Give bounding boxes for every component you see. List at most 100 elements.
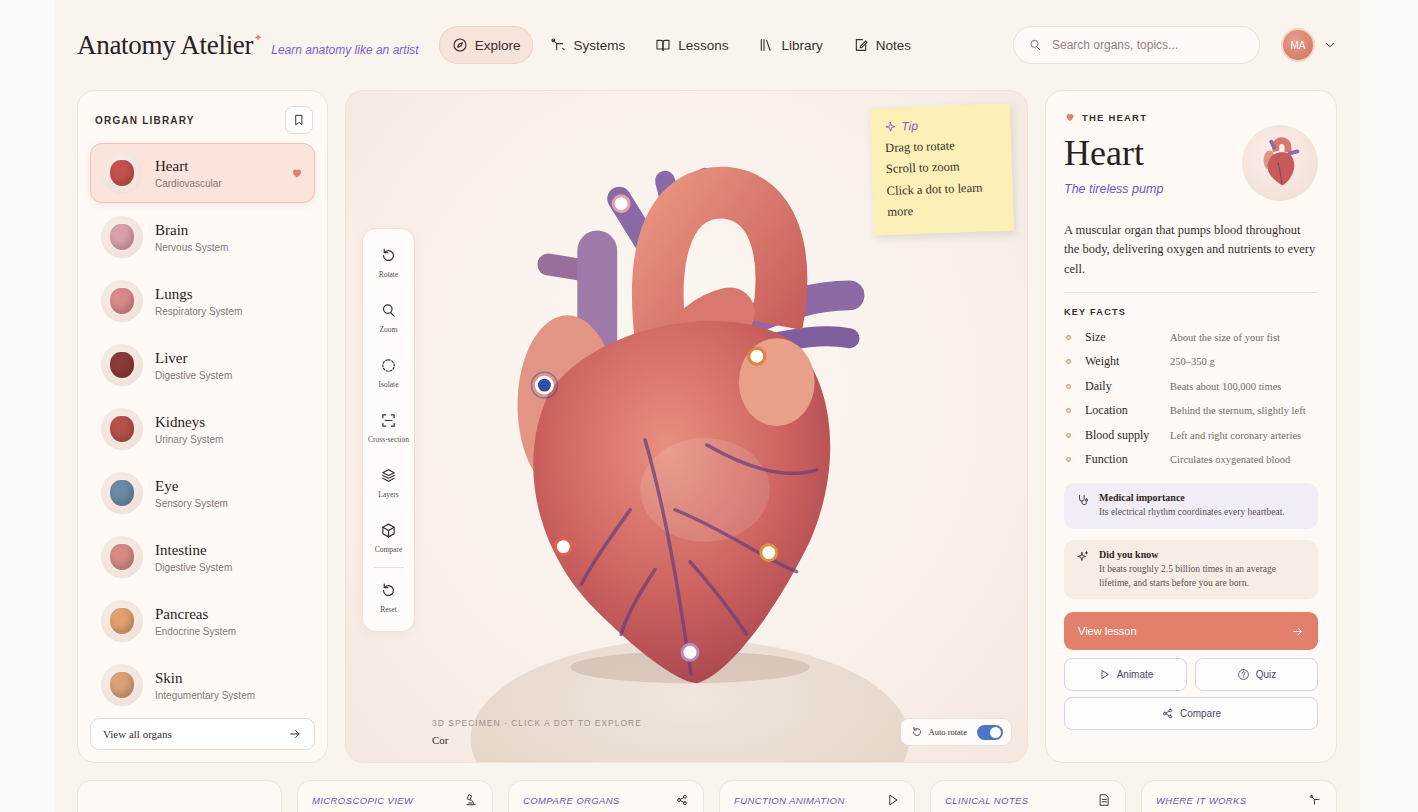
organ-item[interactable]: EyeSensory System xyxy=(90,463,315,523)
hotspot[interactable] xyxy=(761,545,777,561)
organ-item[interactable]: BrainNervous System xyxy=(90,207,315,267)
nav-icon xyxy=(452,37,468,53)
fact-dot-icon xyxy=(1064,333,1073,342)
nav-item[interactable]: Explore xyxy=(439,26,534,64)
hotspot[interactable] xyxy=(613,196,629,212)
bookmark-button[interactable] xyxy=(285,106,313,134)
organ-text: LiverDigestive System xyxy=(155,350,304,381)
library-title: ORGAN LIBRARY xyxy=(95,115,195,126)
organ-system: Respiratory System xyxy=(155,306,304,317)
nav-item[interactable]: Notes xyxy=(840,26,924,64)
tool-button[interactable]: Rotate xyxy=(363,235,414,290)
heart-icon[interactable] xyxy=(290,166,304,180)
compare-button[interactable]: Compare xyxy=(1064,697,1318,730)
feature-card[interactable] xyxy=(77,780,282,812)
app-window: Anatomy Atelier✦Learn anatomy like an ar… xyxy=(55,0,1360,812)
account-menu[interactable]: MA xyxy=(1281,28,1337,62)
avatar[interactable]: MA xyxy=(1281,28,1315,62)
stethoscope-icon xyxy=(1076,493,1090,507)
key-facts: SizeAbout the size of your fistWeight250… xyxy=(1064,325,1318,472)
auto-rotate-toggle[interactable] xyxy=(977,725,1003,740)
workspace: ORGAN LIBRARY HeartCardiovascular BrainNer… xyxy=(77,90,1337,763)
tool-button[interactable]: Reset xyxy=(363,570,414,625)
tool-button[interactable]: Zoom xyxy=(363,290,414,345)
organ-item[interactable]: HeartCardiovascular xyxy=(90,143,315,203)
tool-icon xyxy=(380,412,397,429)
organ-item[interactable]: SkinIntegumentary System xyxy=(90,655,315,715)
tip-line: Scroll to zoom xyxy=(886,155,999,180)
hotspot[interactable] xyxy=(682,644,698,660)
tip-note: TipDrag to rotateScroll to zoomClick a d… xyxy=(870,104,1014,236)
hotspot[interactable] xyxy=(531,372,557,398)
feature-icon xyxy=(1097,793,1111,807)
tip-line: Click a dot to learn more xyxy=(886,177,999,223)
hotspot[interactable] xyxy=(555,539,571,555)
tool-icon xyxy=(380,302,397,319)
organ-details: THE HEARTHeartThe tireless pumpA muscula… xyxy=(1045,90,1337,763)
organ-thumbnail-icon xyxy=(101,216,143,258)
nav-icon xyxy=(758,37,774,53)
search-input[interactable] xyxy=(1050,37,1245,53)
feature-icon xyxy=(886,793,900,807)
tool-label: Layers xyxy=(378,490,398,499)
tool-button[interactable]: Layers xyxy=(363,455,414,510)
organ-item[interactable]: PancreasEndocrine System xyxy=(90,591,315,651)
organ-name: Liver xyxy=(155,350,304,367)
tool-icon xyxy=(380,467,397,484)
hotspot[interactable] xyxy=(749,348,765,364)
rotate-icon xyxy=(911,726,923,738)
search-field[interactable] xyxy=(1013,26,1260,64)
feature-label: COMPARE ORGANS xyxy=(523,795,620,806)
detail-description: A muscular organ that pumps blood throug… xyxy=(1064,221,1318,279)
organ-item[interactable]: KidneysUrinary System xyxy=(90,399,315,459)
feature-card[interactable]: FUNCTION ANIMATION xyxy=(719,780,915,812)
organ-thumbnail-icon xyxy=(101,600,143,642)
tool-button[interactable]: Compare xyxy=(363,510,414,565)
tool-icon xyxy=(380,247,397,264)
fact-value: 250–350 g xyxy=(1170,356,1318,367)
nav-icon xyxy=(550,37,566,53)
feature-card[interactable]: MICROSCOPIC VIEW xyxy=(297,780,493,812)
question-icon xyxy=(1237,668,1250,681)
nav-item[interactable]: Lessons xyxy=(642,26,741,64)
action-button[interactable]: Animate xyxy=(1064,658,1187,691)
brand[interactable]: Anatomy Atelier✦Learn anatomy like an ar… xyxy=(77,30,419,61)
facts-title: KEY FACTS xyxy=(1064,307,1318,317)
info-card: Medical importanceIts electrical rhythm … xyxy=(1064,483,1318,529)
heart-illustration xyxy=(1242,125,1318,201)
organ-text: BrainNervous System xyxy=(155,222,304,253)
nav-item[interactable]: Library xyxy=(745,26,835,64)
organ-item[interactable]: IntestineDigestive System xyxy=(90,527,315,587)
info-card-text: It beats roughly 2.5 billion times in an… xyxy=(1099,563,1306,591)
view-toolbar: Rotate Zoom Isolate Cross-section Layers Comp… xyxy=(362,228,415,632)
sparkle-icon xyxy=(1076,550,1090,564)
organ-library: ORGAN LIBRARY HeartCardiovascular BrainNer… xyxy=(77,90,328,763)
fact-label: Blood supply xyxy=(1085,428,1161,443)
organ-system: Integumentary System xyxy=(155,690,304,701)
feature-card[interactable]: WHERE IT WORKS xyxy=(1141,780,1337,812)
feature-card[interactable]: COMPARE ORGANS xyxy=(508,780,704,812)
fact-row: Weight250–350 g xyxy=(1064,350,1318,375)
view-all-button[interactable]: View all organs xyxy=(90,718,315,750)
specimen-name: Cor xyxy=(432,734,642,746)
fact-value: About the size of your fist xyxy=(1170,332,1318,343)
tool-button[interactable]: Isolate xyxy=(363,345,414,400)
auto-rotate-control[interactable]: Auto rotate xyxy=(900,718,1012,746)
fact-row: SizeAbout the size of your fist xyxy=(1064,325,1318,350)
tool-label: Isolate xyxy=(379,380,399,389)
tool-label: Rotate xyxy=(379,270,399,279)
chevron-down-icon[interactable] xyxy=(1323,38,1337,52)
feature-card[interactable]: CLINICAL NOTES xyxy=(930,780,1126,812)
heart-icon xyxy=(1064,111,1076,123)
action-button[interactable]: Quiz xyxy=(1195,658,1318,691)
organ-text: EyeSensory System xyxy=(155,478,304,509)
top-bar: Anatomy Atelier✦Learn anatomy like an ar… xyxy=(77,0,1337,90)
organ-item[interactable]: LiverDigestive System xyxy=(90,335,315,395)
tool-label: Zoom xyxy=(380,325,398,334)
specimen-viewer[interactable]: Rotate Zoom Isolate Cross-section Layers Comp… xyxy=(345,90,1028,763)
tool-button[interactable]: Cross-section xyxy=(363,400,414,455)
view-all-label: View all organs xyxy=(103,728,172,740)
organ-item[interactable]: LungsRespiratory System xyxy=(90,271,315,331)
nav-item[interactable]: Systems xyxy=(537,26,638,64)
view-lesson-button[interactable]: View lesson xyxy=(1064,612,1318,650)
